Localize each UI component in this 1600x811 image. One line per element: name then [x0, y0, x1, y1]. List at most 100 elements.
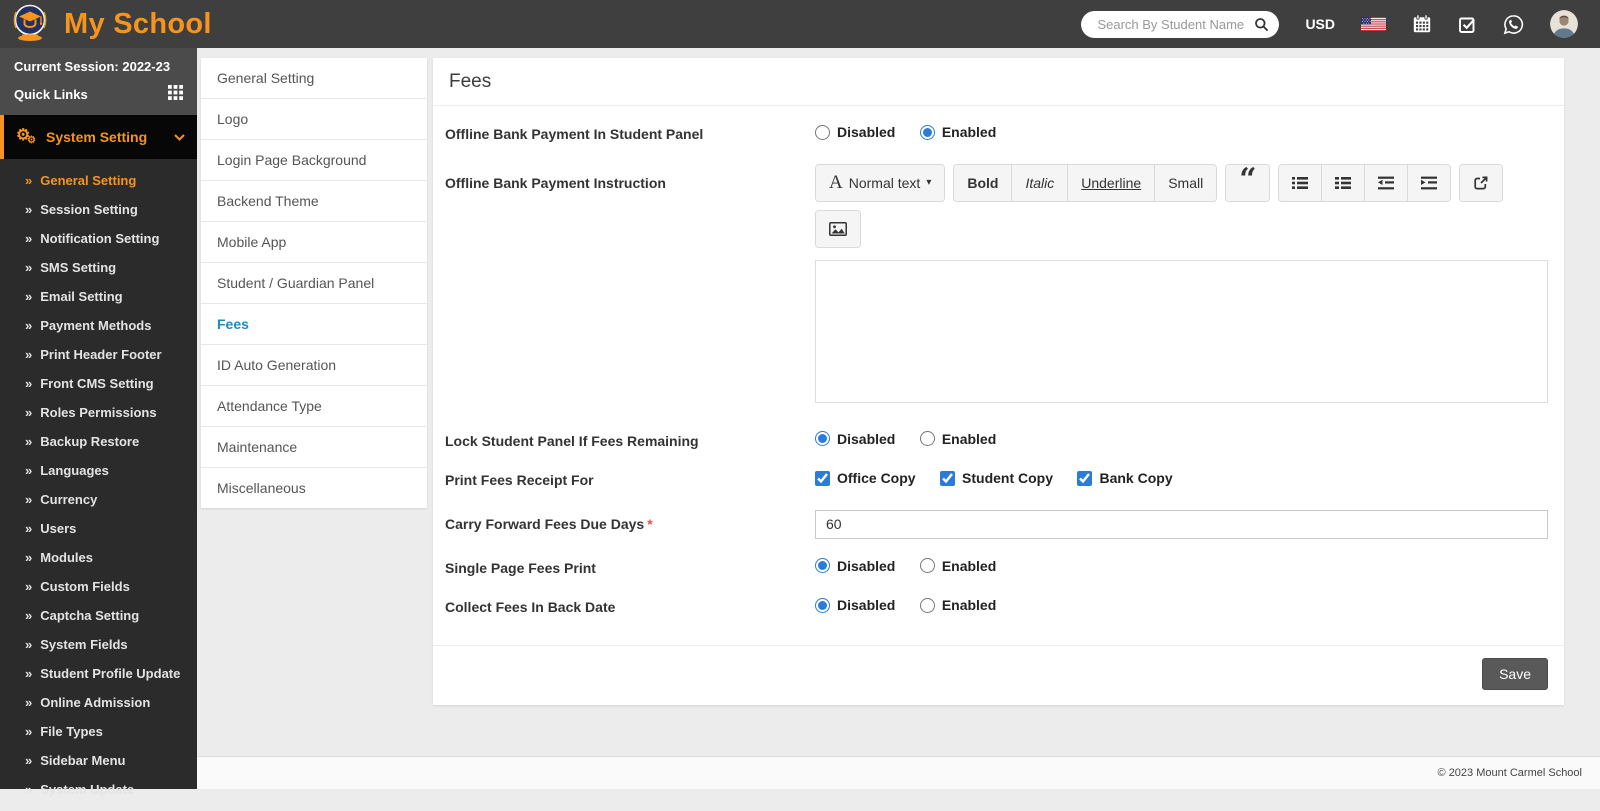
radio-input[interactable] [919, 597, 935, 613]
radio-option-disabled[interactable]: Disabled [815, 597, 895, 613]
double-chevron-icon: » [25, 695, 33, 710]
small-button[interactable]: Small [1155, 164, 1217, 201]
form-row: Offline Bank Payment In Student Panel Di… [445, 124, 1548, 145]
radio-group: Disabled Enabled [815, 597, 1548, 618]
field-label: Print Fees Receipt For [445, 472, 594, 488]
sidebar-item-system-fields[interactable]: » System Fields [0, 630, 197, 659]
sidebar-item-email-setting[interactable]: » Email Setting [0, 282, 197, 311]
underline-button[interactable]: Underline [1068, 164, 1156, 201]
style-dropdown-button[interactable]: A Normal text ▾ [816, 164, 945, 201]
sidebar-item-sms-setting[interactable]: » SMS Setting [0, 253, 197, 282]
settings-nav: General Setting Logo Login Page Backgrou… [201, 58, 427, 508]
unordered-list-button[interactable] [1279, 164, 1323, 201]
calendar-icon[interactable] [1412, 14, 1432, 34]
sidebar-item-payment-methods[interactable]: » Payment Methods [0, 311, 197, 340]
radio-input[interactable] [815, 431, 830, 446]
quick-links-label: Quick Links [14, 86, 88, 102]
currency-label[interactable]: USD [1305, 16, 1335, 32]
grid-icon[interactable] [168, 85, 183, 103]
sidebar-item-front-cms-setting[interactable]: » Front CMS Setting [0, 369, 197, 398]
checkbox-option-student-copy[interactable]: Student Copy [940, 470, 1053, 486]
radio-option-enabled[interactable]: Enabled [919, 431, 996, 447]
quick-links[interactable]: Quick Links [14, 85, 183, 103]
sidebar-item-roles-permissions[interactable]: » Roles Permissions [0, 398, 197, 427]
sidebar-item-custom-fields[interactable]: » Custom Fields [0, 572, 197, 601]
sidebar-item-currency[interactable]: » Currency [0, 485, 197, 514]
form-row: Print Fees Receipt For Office Copy Stude… [445, 470, 1548, 491]
whatsapp-icon[interactable] [1503, 14, 1524, 35]
italic-button[interactable]: Italic [1012, 164, 1069, 201]
sidebar-item-file-types[interactable]: » File Types [0, 717, 197, 746]
outdent-button[interactable] [1365, 164, 1409, 201]
tasks-check-icon[interactable] [1458, 15, 1477, 34]
sidebar-item-online-admission[interactable]: » Online Admission [0, 688, 197, 717]
settings-tab-general-setting[interactable]: General Setting [201, 58, 427, 99]
settings-tab-attendance-type[interactable]: Attendance Type [201, 386, 427, 427]
checkbox-option-office-copy[interactable]: Office Copy [815, 470, 916, 486]
checkbox-label: Office Copy [837, 470, 916, 486]
search-icon[interactable] [1254, 17, 1269, 32]
brand-area: My School [10, 2, 212, 47]
radio-input[interactable] [815, 558, 830, 573]
radio-input[interactable] [919, 124, 935, 140]
sidebar-item-session-setting[interactable]: » Session Setting [0, 195, 197, 224]
settings-tab-miscellaneous[interactable]: Miscellaneous [201, 468, 427, 508]
checkbox-input[interactable] [940, 470, 956, 486]
sidebar-item-sidebar-menu[interactable]: » Sidebar Menu [0, 746, 197, 775]
radio-input[interactable] [919, 558, 935, 573]
editor-textarea[interactable] [815, 259, 1548, 403]
us-flag-icon[interactable] [1361, 17, 1386, 31]
sidebar-item-users[interactable]: » Users [0, 514, 197, 543]
blockquote-button[interactable]: “ [1226, 164, 1270, 201]
sidebar-item-label: Currency [40, 492, 98, 507]
ordered-list-icon [1335, 176, 1352, 189]
double-chevron-icon: » [25, 637, 33, 652]
left-sidebar: Current Session: 2022-23 Quick Links ⚙ ⚙… [0, 48, 197, 797]
sidebar-item-modules[interactable]: » Modules [0, 543, 197, 572]
sidebar-item-system-update[interactable]: » System Update [0, 775, 197, 804]
student-search[interactable] [1081, 10, 1280, 38]
settings-tab-mobile-app[interactable]: Mobile App [201, 222, 427, 263]
system-setting-submenu: » General Setting » Session Setting » Notif… [0, 159, 197, 811]
sidebar-item-label: Notification Setting [40, 231, 160, 246]
ordered-list-button[interactable] [1322, 164, 1366, 201]
settings-tab-fees[interactable]: Fees [201, 304, 427, 345]
sidebar-item-system-setting[interactable]: ⚙ ⚙ System Setting [0, 115, 197, 159]
outdent-icon [1378, 176, 1395, 189]
settings-tab-login-page-background[interactable]: Login Page Background [201, 140, 427, 181]
checkbox-option-bank-copy[interactable]: Bank Copy [1077, 470, 1173, 486]
settings-tab-logo[interactable]: Logo [201, 99, 427, 140]
radio-option-enabled[interactable]: Enabled [919, 558, 996, 574]
picture-button[interactable] [816, 210, 860, 247]
radio-option-enabled[interactable]: Enabled [919, 124, 996, 140]
radio-option-enabled[interactable]: Enabled [919, 597, 996, 613]
search-input[interactable] [1095, 15, 1255, 33]
radio-input[interactable] [815, 597, 830, 613]
radio-input[interactable] [919, 431, 935, 446]
bold-button[interactable]: Bold [954, 164, 1013, 201]
sidebar-item-backup-restore[interactable]: » Backup Restore [0, 427, 197, 456]
radio-option-disabled[interactable]: Disabled [815, 558, 895, 574]
sidebar-item-general-setting[interactable]: » General Setting [0, 166, 197, 195]
save-button[interactable]: Save [1482, 657, 1548, 690]
radio-input[interactable] [815, 124, 830, 140]
sidebar-item-label: Users [40, 521, 77, 536]
user-avatar[interactable] [1550, 10, 1578, 38]
school-logo-icon[interactable] [10, 2, 50, 47]
sidebar-item-notification-setting[interactable]: » Notification Setting [0, 224, 197, 253]
settings-tab-backend-theme[interactable]: Backend Theme [201, 181, 427, 222]
checkbox-input[interactable] [815, 470, 830, 486]
link-button[interactable] [1460, 164, 1503, 201]
settings-tab-id-auto-generation[interactable]: ID Auto Generation [201, 345, 427, 386]
settings-tab-student-guardian-panel[interactable]: Student / Guardian Panel [201, 263, 427, 304]
settings-tab-maintenance[interactable]: Maintenance [201, 427, 427, 468]
radio-option-disabled[interactable]: Disabled [815, 124, 895, 140]
sidebar-item-captcha-setting[interactable]: » Captcha Setting [0, 601, 197, 630]
sidebar-item-languages[interactable]: » Languages [0, 456, 197, 485]
sidebar-item-print-header-footer[interactable]: » Print Header Footer [0, 340, 197, 369]
sidebar-item-student-profile-update[interactable]: » Student Profile Update [0, 659, 197, 688]
checkbox-input[interactable] [1077, 470, 1093, 486]
radio-option-disabled[interactable]: Disabled [815, 431, 895, 447]
indent-button[interactable] [1408, 164, 1451, 201]
carry-forward-days-input[interactable] [815, 509, 1548, 539]
